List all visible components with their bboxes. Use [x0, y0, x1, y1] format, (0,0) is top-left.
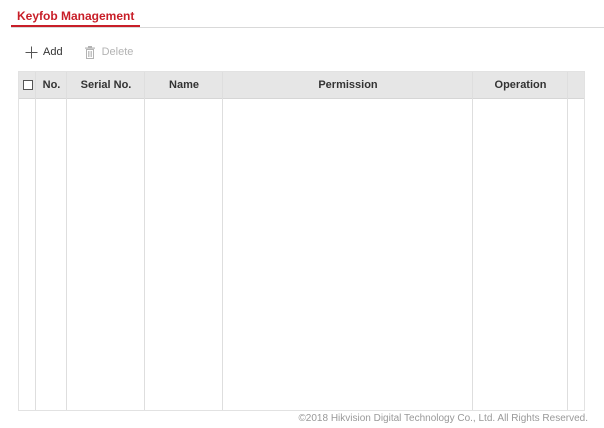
- delete-button-label: Delete: [101, 46, 134, 58]
- plus-icon: [24, 45, 38, 59]
- column-header-serial-no[interactable]: Serial No.: [67, 72, 145, 98]
- keyfob-management-page: Keyfob Management Add Delete No. Serial …: [0, 0, 604, 428]
- tab-bar: Keyfob Management: [11, 7, 604, 28]
- column-divider: [472, 72, 473, 410]
- add-button[interactable]: Add: [24, 45, 63, 59]
- add-button-label: Add: [43, 46, 63, 58]
- column-divider: [66, 72, 67, 410]
- column-divider: [567, 72, 568, 410]
- copyright-footer: ©2018 Hikvision Digital Technology Co., …: [298, 413, 588, 424]
- keyfob-table: No. Serial No. Name Permission Operation: [18, 71, 585, 411]
- toolbar: Add Delete: [24, 43, 153, 61]
- column-divider: [35, 72, 36, 410]
- delete-button[interactable]: Delete: [83, 45, 134, 59]
- tab-keyfob-management[interactable]: Keyfob Management: [11, 7, 141, 27]
- select-all-cell: [19, 72, 36, 98]
- column-header-permission[interactable]: Permission: [223, 72, 473, 98]
- trash-icon: [83, 45, 97, 59]
- select-all-checkbox[interactable]: [23, 80, 33, 90]
- column-divider: [144, 72, 145, 410]
- column-header-no[interactable]: No.: [36, 72, 67, 98]
- column-header-name[interactable]: Name: [145, 72, 223, 98]
- column-header-operation[interactable]: Operation: [473, 72, 568, 98]
- table-header: No. Serial No. Name Permission Operation: [19, 72, 584, 99]
- column-divider: [222, 72, 223, 410]
